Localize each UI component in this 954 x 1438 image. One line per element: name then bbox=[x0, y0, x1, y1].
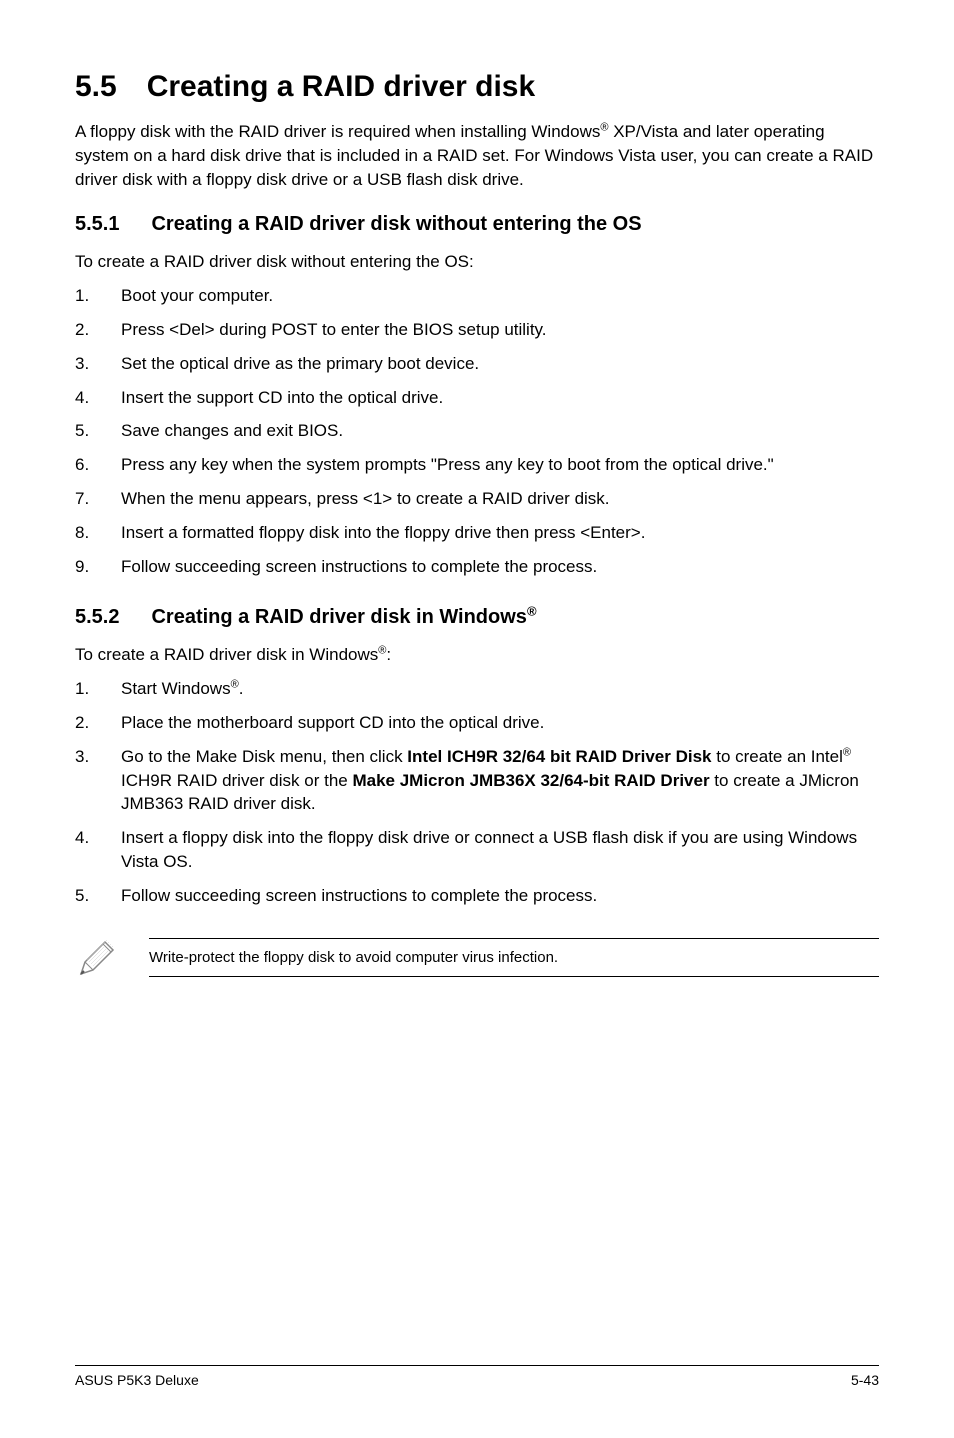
step-number: 6. bbox=[75, 453, 121, 477]
step-number: 1. bbox=[75, 677, 121, 701]
registered-symbol: ® bbox=[527, 604, 537, 619]
steps-list-552: 1. Start Windows®. 2. Place the motherbo… bbox=[75, 677, 879, 907]
subsection-551-number: 5.5.1 bbox=[75, 213, 119, 236]
title-seg: Creating a RAID driver disk in Windows bbox=[151, 606, 526, 628]
text-seg: to create an Intel bbox=[712, 747, 843, 766]
step-number: 9. bbox=[75, 555, 121, 579]
step-text: Insert a floppy disk into the floppy dis… bbox=[121, 826, 879, 874]
steps-list-551: 1.Boot your computer. 2.Press <Del> duri… bbox=[75, 284, 879, 578]
step-number: 4. bbox=[75, 826, 121, 874]
bold-text: Intel ICH9R 32/64 bit RAID Driver Disk bbox=[407, 747, 711, 766]
step-text: Set the optical drive as the primary boo… bbox=[121, 352, 879, 376]
step-text: Boot your computer. bbox=[121, 284, 879, 308]
footer-right: 5-43 bbox=[851, 1372, 879, 1388]
step-text: Follow succeeding screen instructions to… bbox=[121, 884, 879, 908]
footer-left: ASUS P5K3 Deluxe bbox=[75, 1372, 199, 1388]
list-item: 4.Insert the support CD into the optical… bbox=[75, 386, 879, 410]
text-seg: . bbox=[239, 679, 244, 698]
text-seg: ICH9R RAID driver disk or the bbox=[121, 771, 352, 790]
subsection-551-para: To create a RAID driver disk without ent… bbox=[75, 250, 879, 274]
section-heading: 5.5 Creating a RAID driver disk bbox=[75, 70, 879, 104]
list-item: 1. Start Windows®. bbox=[75, 677, 879, 701]
subsection-552-para: To create a RAID driver disk in Windows®… bbox=[75, 643, 879, 667]
note-text: Write-protect the floppy disk to avoid c… bbox=[149, 938, 879, 977]
list-item: 7.When the menu appears, press <1> to cr… bbox=[75, 487, 879, 511]
text-seg: Start Windows bbox=[121, 679, 231, 698]
note-row: Write-protect the floppy disk to avoid c… bbox=[75, 936, 879, 980]
step-number: 5. bbox=[75, 419, 121, 443]
list-item: 5.Save changes and exit BIOS. bbox=[75, 419, 879, 443]
section-number: 5.5 bbox=[75, 70, 117, 104]
step-text: Place the motherboard support CD into th… bbox=[121, 711, 879, 735]
section-title: Creating a RAID driver disk bbox=[147, 70, 535, 104]
step-number: 8. bbox=[75, 521, 121, 545]
list-item: 5. Follow succeeding screen instructions… bbox=[75, 884, 879, 908]
step-number: 3. bbox=[75, 745, 121, 816]
step-number: 3. bbox=[75, 352, 121, 376]
step-number: 1. bbox=[75, 284, 121, 308]
list-item: 2. Place the motherboard support CD into… bbox=[75, 711, 879, 735]
para-seg: To create a RAID driver disk in Windows bbox=[75, 645, 378, 664]
step-text: Insert the support CD into the optical d… bbox=[121, 386, 879, 410]
subsection-552-number: 5.5.2 bbox=[75, 606, 119, 629]
step-text: Press any key when the system prompts "P… bbox=[121, 453, 879, 477]
list-item: 8.Insert a formatted floppy disk into th… bbox=[75, 521, 879, 545]
step-number: 2. bbox=[75, 711, 121, 735]
step-text: Go to the Make Disk menu, then click Int… bbox=[121, 745, 879, 816]
subsection-551-title: Creating a RAID driver disk without ente… bbox=[151, 213, 641, 236]
para-seg: : bbox=[386, 645, 391, 664]
list-item: 2.Press <Del> during POST to enter the B… bbox=[75, 318, 879, 342]
subsection-552-title: Creating a RAID driver disk in Windows® bbox=[151, 606, 536, 629]
list-item: 9.Follow succeeding screen instructions … bbox=[75, 555, 879, 579]
text-seg: Go to the Make Disk menu, then click bbox=[121, 747, 407, 766]
intro-seg1: A floppy disk with the RAID driver is re… bbox=[75, 122, 600, 141]
list-item: 3.Set the optical drive as the primary b… bbox=[75, 352, 879, 376]
step-text: Press <Del> during POST to enter the BIO… bbox=[121, 318, 879, 342]
list-item: 1.Boot your computer. bbox=[75, 284, 879, 308]
page-footer: ASUS P5K3 Deluxe 5-43 bbox=[75, 1365, 879, 1388]
subsection-552-heading: 5.5.2 Creating a RAID driver disk in Win… bbox=[75, 606, 879, 629]
step-text: Start Windows®. bbox=[121, 677, 879, 701]
step-text: Follow succeeding screen instructions to… bbox=[121, 555, 879, 579]
step-number: 7. bbox=[75, 487, 121, 511]
list-item: 3. Go to the Make Disk menu, then click … bbox=[75, 745, 879, 816]
bold-text: Make JMicron JMB36X 32/64-bit RAID Drive… bbox=[352, 771, 709, 790]
registered-symbol: ® bbox=[843, 746, 851, 758]
subsection-551-heading: 5.5.1 Creating a RAID driver disk withou… bbox=[75, 213, 879, 236]
step-text: Insert a formatted floppy disk into the … bbox=[121, 521, 879, 545]
step-text: Save changes and exit BIOS. bbox=[121, 419, 879, 443]
list-item: 4. Insert a floppy disk into the floppy … bbox=[75, 826, 879, 874]
step-number: 5. bbox=[75, 884, 121, 908]
step-number: 2. bbox=[75, 318, 121, 342]
list-item: 6.Press any key when the system prompts … bbox=[75, 453, 879, 477]
intro-paragraph: A floppy disk with the RAID driver is re… bbox=[75, 120, 879, 191]
pencil-icon bbox=[75, 936, 119, 980]
step-number: 4. bbox=[75, 386, 121, 410]
registered-symbol: ® bbox=[231, 679, 239, 691]
step-text: When the menu appears, press <1> to crea… bbox=[121, 487, 879, 511]
